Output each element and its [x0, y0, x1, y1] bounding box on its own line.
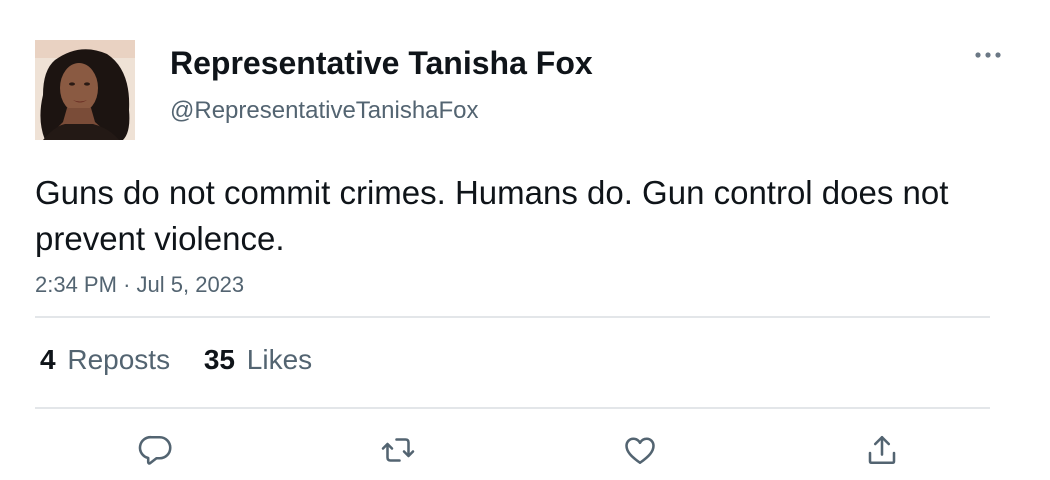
- reposts-count: 4: [40, 344, 56, 375]
- more-options-button[interactable]: [968, 40, 1008, 70]
- reposts-label: Reposts: [67, 344, 171, 375]
- repost-icon: [381, 438, 415, 462]
- avatar[interactable]: [35, 40, 135, 140]
- likes-stat[interactable]: 35 Likes: [204, 342, 312, 378]
- more-horizontal-icon: [975, 52, 1001, 58]
- profile-photo-icon: [35, 40, 135, 140]
- author-display-name[interactable]: Representative Tanisha Fox: [170, 43, 593, 83]
- tweet-timestamp[interactable]: 2:34 PM · Jul 5, 2023: [35, 270, 244, 300]
- reposts-stat[interactable]: 4 Reposts: [40, 342, 170, 378]
- tweet-card: Representative Tanisha Fox @Representati…: [0, 0, 1050, 480]
- likes-label: Likes: [246, 344, 313, 375]
- share-button[interactable]: [862, 430, 902, 470]
- repost-button[interactable]: [378, 430, 418, 470]
- likes-count: 35: [203, 344, 236, 375]
- heart-icon: [625, 437, 655, 465]
- tweet-text: Guns do not commit crimes. Humans do. Gu…: [35, 174, 949, 257]
- tweet-date: Jul 5, 2023: [136, 272, 245, 297]
- like-button[interactable]: [620, 430, 660, 470]
- author-handle[interactable]: @RepresentativeTanishaFox: [170, 96, 479, 126]
- tweet-time: 2:34 PM: [35, 272, 117, 297]
- action-bar: [0, 430, 1050, 470]
- divider: [35, 407, 990, 409]
- reply-button[interactable]: [136, 430, 176, 470]
- reply-icon: [138, 435, 172, 465]
- engagement-stats: 4 Reposts 35 Likes: [40, 342, 338, 378]
- divider: [35, 316, 990, 318]
- timestamp-separator: ·: [123, 272, 131, 297]
- share-icon: [868, 435, 896, 465]
